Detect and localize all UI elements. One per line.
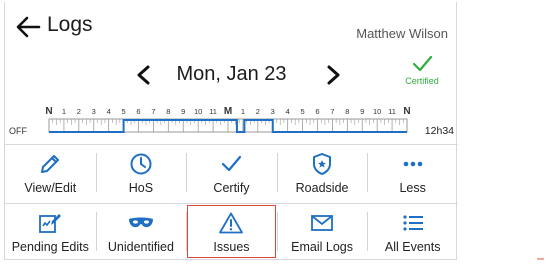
hour-label: 7 bbox=[151, 107, 155, 116]
pending-edits-label: Pending Edits bbox=[11, 240, 89, 254]
checkmark-icon bbox=[222, 155, 242, 172]
list-icon bbox=[403, 215, 423, 231]
driver-name[interactable]: Matthew Wilson bbox=[356, 26, 448, 41]
hos-button[interactable]: HoS bbox=[95, 145, 187, 200]
hour-label: 2 bbox=[256, 107, 260, 116]
hour-label: 4 bbox=[286, 107, 290, 116]
logs-screen: Logs Matthew Wilson Mon, Jan 23 Certifie… bbox=[4, 2, 458, 260]
hour-label: 3 bbox=[271, 107, 275, 116]
hour-label: N bbox=[403, 106, 410, 117]
hour-label: 4 bbox=[107, 107, 111, 116]
date-navigator: Mon, Jan 23 Certified bbox=[5, 54, 458, 94]
back-arrow-icon[interactable] bbox=[15, 14, 41, 40]
warning-icon bbox=[219, 212, 244, 234]
page-title: Logs bbox=[47, 13, 93, 36]
pending-edits-button[interactable]: Pending Edits bbox=[5, 204, 96, 259]
roadside-label: Roadside bbox=[295, 181, 349, 195]
less-label: Less bbox=[399, 181, 426, 195]
email-logs-label: Email Logs bbox=[291, 240, 353, 254]
hour-label: N bbox=[45, 106, 52, 117]
hour-label: 10 bbox=[194, 107, 202, 116]
email-logs-button[interactable]: Email Logs bbox=[276, 204, 368, 259]
hour-label: 9 bbox=[181, 107, 185, 116]
actions-row-2: Pending Edits Unidentified Issues Email … bbox=[5, 203, 458, 259]
status-off-label: OFF bbox=[9, 126, 27, 136]
hour-label: 11 bbox=[388, 107, 396, 116]
hos-label: HoS bbox=[128, 181, 154, 195]
hour-label: 5 bbox=[121, 107, 125, 116]
hour-label: 8 bbox=[166, 107, 170, 116]
hour-label: 5 bbox=[300, 107, 304, 116]
roadside-button[interactable]: Roadside bbox=[276, 145, 368, 200]
log-grid-chart: N 1 2 3 4 5 6 7 8 9 10 11 M 1 2 3 4 5 6 7 8 9 10 11 NOFF 12h34 bbox=[9, 106, 454, 137]
pencil-icon bbox=[41, 155, 60, 173]
certified-label: Certified bbox=[405, 76, 439, 86]
actions-row-1: View/Edit HoS Certify Roadside Less bbox=[5, 144, 458, 200]
certified-check-icon bbox=[412, 55, 433, 72]
unidentified-button[interactable]: Unidentified bbox=[95, 204, 187, 259]
envelope-icon bbox=[311, 215, 333, 231]
certify-label: Certify bbox=[213, 181, 250, 195]
hour-label: 1 bbox=[241, 107, 245, 116]
clock-icon bbox=[130, 153, 152, 175]
mask-icon bbox=[128, 217, 153, 228]
less-button[interactable]: Less bbox=[367, 145, 458, 200]
view-edit-label: View/Edit bbox=[24, 181, 77, 195]
issues-label: Issues bbox=[213, 240, 250, 254]
hour-label: 9 bbox=[360, 107, 364, 116]
more-dots-icon bbox=[403, 161, 422, 167]
hour-label: 3 bbox=[92, 107, 96, 116]
hour-label: M bbox=[224, 106, 232, 117]
hour-label: 10 bbox=[373, 107, 381, 116]
certify-button[interactable]: Certify bbox=[186, 145, 277, 200]
log-grid[interactable]: N 1 2 3 4 5 6 7 8 9 10 11 M 1 2 3 4 5 6 7 8 9 10 11 N OFF 12h34 bbox=[5, 102, 458, 142]
view-edit-button[interactable]: View/Edit bbox=[5, 145, 96, 200]
all-events-button[interactable]: All Events bbox=[367, 204, 458, 259]
hour-label: 6 bbox=[136, 107, 140, 116]
issues-button[interactable]: Issues bbox=[186, 204, 277, 259]
unidentified-label: Unidentified bbox=[107, 240, 174, 254]
all-events-label: All Events bbox=[384, 240, 441, 254]
total-hours: 12h34 bbox=[425, 125, 454, 137]
certified-status: Certified bbox=[396, 54, 448, 86]
hour-label: 8 bbox=[345, 107, 349, 116]
next-day-icon[interactable] bbox=[322, 64, 344, 86]
hour-label: 1 bbox=[62, 107, 66, 116]
current-date: Mon, Jan 23 bbox=[176, 63, 287, 85]
badge-icon bbox=[313, 153, 332, 175]
hour-label: 11 bbox=[209, 107, 217, 116]
hour-label: 7 bbox=[330, 107, 334, 116]
edge-marker bbox=[537, 258, 544, 260]
pending-edits-icon bbox=[39, 214, 62, 233]
hour-label: 2 bbox=[77, 107, 81, 116]
hour-label: 6 bbox=[315, 107, 319, 116]
app-header: Logs Matthew Wilson bbox=[5, 2, 458, 52]
